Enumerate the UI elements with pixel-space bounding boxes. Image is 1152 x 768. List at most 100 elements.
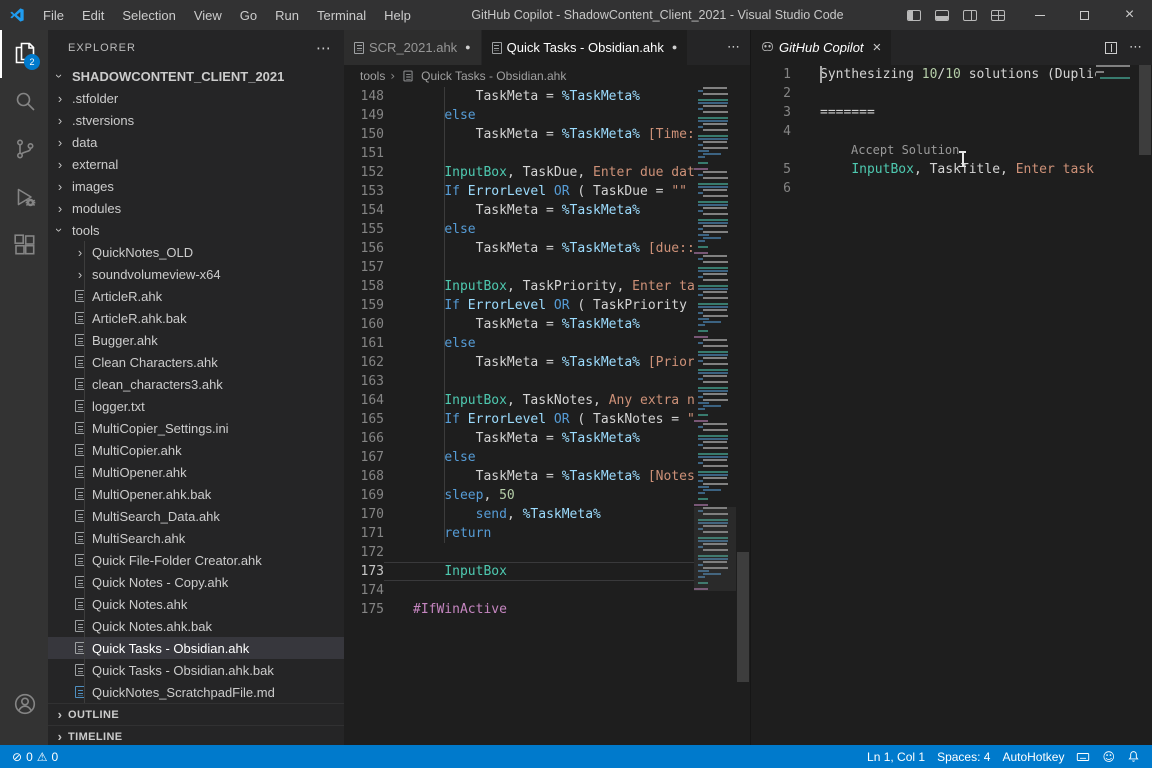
code-line-159[interactable]: 159 If ErrorLevel OR ( TaskPriority <box>344 296 694 315</box>
tree-item-images[interactable]: ›images <box>48 175 344 197</box>
menu-view[interactable]: View <box>185 0 231 30</box>
code-editor-2[interactable]: 1Synthesizing 10/10 solutions (Duplic23=… <box>751 65 1096 745</box>
activity-extensions-button[interactable] <box>0 222 48 270</box>
code-line-166[interactable]: 166 TaskMeta = %TaskMeta% <box>344 429 694 448</box>
code-line-153[interactable]: 153 If ErrorLevel OR ( TaskDue = "" <box>344 182 694 201</box>
tree-item-quick-tasks-obsidian-ahk[interactable]: Quick Tasks - Obsidian.ahk <box>48 637 344 659</box>
tree-item-quick-tasks-obsidian-ahk-bak[interactable]: Quick Tasks - Obsidian.ahk.bak <box>48 659 344 681</box>
menu-run[interactable]: Run <box>266 0 308 30</box>
indentation-setting[interactable]: Spaces: 4 <box>931 745 996 768</box>
more-actions-icon[interactable]: ⋯ <box>1129 40 1142 55</box>
toggle-secondary-sidebar-icon[interactable] <box>963 10 977 21</box>
close-tab-icon[interactable]: × <box>873 40 882 55</box>
minimap-viewport[interactable] <box>694 507 736 591</box>
tree-item-quick-notes-ahk[interactable]: Quick Notes.ahk <box>48 593 344 615</box>
problems-indicator[interactable]: ⊘ 0 ⚠ 0 <box>6 745 64 768</box>
tree-item-quicknotes-old[interactable]: ›QuickNotes_OLD <box>48 241 344 263</box>
tree-item-modules[interactable]: ›modules <box>48 197 344 219</box>
menu-selection[interactable]: Selection <box>113 0 184 30</box>
tree-item-clean-characters3-ahk[interactable]: clean_characters3.ahk <box>48 373 344 395</box>
code-line-5[interactable]: 5 InputBox, TaskTitle, Enter task <box>751 160 1096 179</box>
code-line-158[interactable]: 158 InputBox, TaskPriority, Enter ta <box>344 277 694 296</box>
minimap-1[interactable] <box>694 87 736 745</box>
breadcrumb-file[interactable]: Quick Tasks - Obsidian.ahk <box>421 69 566 83</box>
tree-item-external[interactable]: ›external <box>48 153 344 175</box>
tab-quick-tasks-obsidian-ahk[interactable]: Quick Tasks - Obsidian.ahk● <box>482 30 689 65</box>
code-line-163[interactable]: 163 <box>344 372 694 391</box>
tree-item-multiopener-ahk[interactable]: MultiOpener.ahk <box>48 461 344 483</box>
notifications-bell-icon[interactable] <box>1121 745 1146 768</box>
code-line-174[interactable]: 174 <box>344 581 694 600</box>
code-line-156[interactable]: 156 TaskMeta = %TaskMeta% [due:: <box>344 239 694 258</box>
customize-layout-icon[interactable] <box>991 10 1005 21</box>
toggle-sidebar-icon[interactable] <box>907 10 921 21</box>
code-line-171[interactable]: 171 return <box>344 524 694 543</box>
maximize-button[interactable] <box>1062 0 1107 30</box>
code-line-6[interactable]: 6 <box>751 179 1096 198</box>
tree-item-quicknotes-scratchpadfile-md[interactable]: QuickNotes_ScratchpadFile.md <box>48 681 344 703</box>
language-mode[interactable]: AutoHotkey <box>996 745 1070 768</box>
code-line-169[interactable]: 169 sleep, 50 <box>344 486 694 505</box>
tree-item-stversions[interactable]: ›.stversions <box>48 109 344 131</box>
menu-go[interactable]: Go <box>231 0 266 30</box>
code-line-168[interactable]: 168 TaskMeta = %TaskMeta% [Notes <box>344 467 694 486</box>
tree-item-articler-ahk-bak[interactable]: ArticleR.ahk.bak <box>48 307 344 329</box>
code-line-164[interactable]: 164 InputBox, TaskNotes, Any extra n <box>344 391 694 410</box>
code-editor-1[interactable]: 148 TaskMeta = %TaskMeta%149 else150 Tas… <box>344 87 694 745</box>
section-outline[interactable]: ›OUTLINE <box>48 703 344 725</box>
code-line-151[interactable]: 151 <box>344 144 694 163</box>
more-actions-icon[interactable]: ⋯ <box>316 39 332 57</box>
code-line-148[interactable]: 148 TaskMeta = %TaskMeta% <box>344 87 694 106</box>
tab-github-copilot[interactable]: GitHub Copilot× <box>751 30 892 65</box>
tree-item-articler-ahk[interactable]: ArticleR.ahk <box>48 285 344 307</box>
split-editor-icon[interactable] <box>1105 42 1117 54</box>
vertical-scrollbar-2[interactable] <box>1138 65 1152 745</box>
menu-terminal[interactable]: Terminal <box>308 0 375 30</box>
cursor-position[interactable]: Ln 1, Col 1 <box>861 745 931 768</box>
tree-item-stfolder[interactable]: ›.stfolder <box>48 87 344 109</box>
minimap-2[interactable] <box>1096 65 1138 745</box>
minimize-button[interactable] <box>1017 0 1062 30</box>
code-line-154[interactable]: 154 TaskMeta = %TaskMeta% <box>344 201 694 220</box>
code-line-3[interactable]: 3======= <box>751 103 1096 122</box>
code-line-157[interactable]: 157 <box>344 258 694 277</box>
menu-file[interactable]: File <box>34 0 73 30</box>
tree-item-quick-file-folder-creator-ahk[interactable]: Quick File-Folder Creator.ahk <box>48 549 344 571</box>
tree-item-multisearch-data-ahk[interactable]: MultiSearch_Data.ahk <box>48 505 344 527</box>
keyboard-icon[interactable] <box>1070 745 1096 768</box>
code-line-4[interactable]: 4 <box>751 122 1096 141</box>
code-line-155[interactable]: 155 else <box>344 220 694 239</box>
close-button[interactable]: × <box>1107 0 1152 30</box>
tree-item-bugger-ahk[interactable]: Bugger.ahk <box>48 329 344 351</box>
menu-edit[interactable]: Edit <box>73 0 113 30</box>
toggle-panel-icon[interactable] <box>935 10 949 21</box>
code-line-152[interactable]: 152 InputBox, TaskDue, Enter due dat <box>344 163 694 182</box>
tree-item-multicopier-ahk[interactable]: MultiCopier.ahk <box>48 439 344 461</box>
code-line-173[interactable]: 173 InputBox <box>344 562 694 581</box>
code-line-167[interactable]: 167 else <box>344 448 694 467</box>
code-line-172[interactable]: 172 <box>344 543 694 562</box>
scrollbar-slider[interactable] <box>1139 65 1151 155</box>
code-line-160[interactable]: 160 TaskMeta = %TaskMeta% <box>344 315 694 334</box>
code-line-2[interactable]: 2 <box>751 84 1096 103</box>
breadcrumb-folder[interactable]: tools <box>360 69 385 83</box>
tree-item-multisearch-ahk[interactable]: MultiSearch.ahk <box>48 527 344 549</box>
activity-accounts-button[interactable] <box>0 681 48 729</box>
accept-solution-link[interactable]: Accept Solution <box>851 143 959 157</box>
tree-item-logger-txt[interactable]: logger.txt <box>48 395 344 417</box>
feedback-icon[interactable]: ☺ <box>1096 745 1121 768</box>
code-line-162[interactable]: 162 TaskMeta = %TaskMeta% [Prior <box>344 353 694 372</box>
tree-root[interactable]: ›SHADOWCONTENT_CLIENT_2021 <box>48 65 344 87</box>
activity-search-button[interactable] <box>0 78 48 126</box>
more-tabs-icon[interactable]: ⋯ <box>727 40 740 55</box>
tree-item-data[interactable]: ›data <box>48 131 344 153</box>
section-timeline[interactable]: ›TIMELINE <box>48 725 344 745</box>
code-line-165[interactable]: 165 If ErrorLevel OR ( TaskNotes = " <box>344 410 694 429</box>
code-line-170[interactable]: 170 send, %TaskMeta% <box>344 505 694 524</box>
tree-item-quick-notes-ahk-bak[interactable]: Quick Notes.ahk.bak <box>48 615 344 637</box>
tree-item-soundvolumeview-x64[interactable]: ›soundvolumeview-x64 <box>48 263 344 285</box>
code-line-161[interactable]: 161 else <box>344 334 694 353</box>
tree-item-clean-characters-ahk[interactable]: Clean Characters.ahk <box>48 351 344 373</box>
scrollbar-slider[interactable] <box>737 552 749 682</box>
tree-item-multiopener-ahk-bak[interactable]: MultiOpener.ahk.bak <box>48 483 344 505</box>
